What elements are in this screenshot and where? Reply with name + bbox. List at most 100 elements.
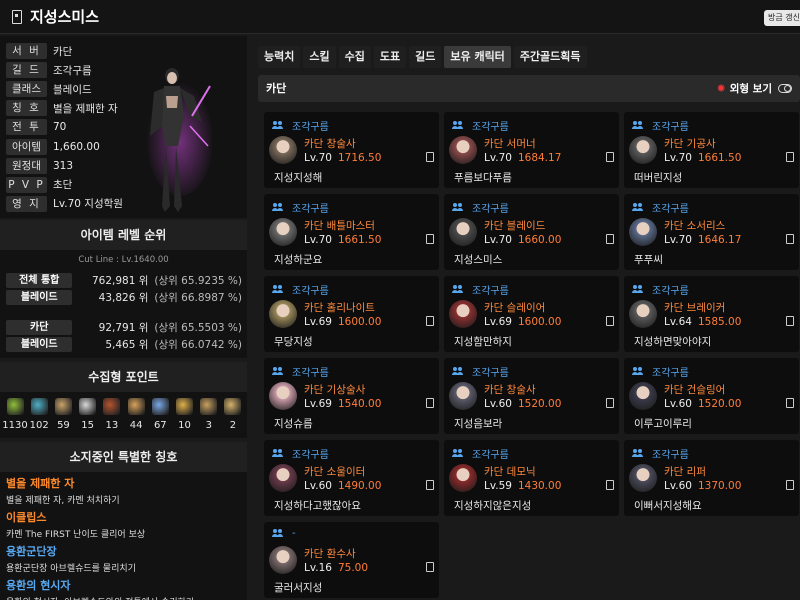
copy-icon[interactable] — [423, 152, 434, 167]
point-item[interactable]: 13 — [101, 398, 123, 431]
point-item[interactable]: 67 — [149, 398, 171, 431]
point-item[interactable]: 44 — [125, 398, 147, 431]
card-level: Lv.69 — [304, 316, 332, 328]
giant-heart-icon — [79, 398, 97, 415]
character-card[interactable]: 조각구름 카단 소서리스 Lv.70 1646.17 푸푸씨 — [624, 194, 799, 270]
card-level: Lv.60 — [484, 398, 512, 410]
character-card[interactable]: - 카단 환수사 Lv.16 75.00 굴러서지성 — [264, 522, 439, 598]
copy-icon[interactable] — [783, 234, 794, 249]
copy-icon[interactable] — [603, 316, 614, 331]
point-item[interactable]: 2 — [222, 398, 244, 431]
special-title-entry: 용환의 현시자용환의 현시자, 아브렐슈드와의 전투에서 승리하기 — [0, 577, 247, 600]
ranking-position: 43,826 위 — [98, 292, 149, 304]
point-item[interactable]: 15 — [77, 398, 99, 431]
point-value: 3 — [205, 420, 212, 431]
character-card[interactable]: 조각구름 카단 홀리나이트 Lv.69 1600.00 무당지성 — [264, 276, 439, 352]
character-card[interactable]: 조각구름 카단 리퍼 Lv.60 1370.00 이뻐서지성해요 — [624, 440, 799, 516]
character-card[interactable]: 조각구름 카단 창술사 Lv.70 1716.50 지성지성해 — [264, 112, 439, 188]
point-item[interactable]: 59 — [52, 398, 74, 431]
link-toggle-icon[interactable] — [778, 84, 792, 93]
profile-value: 초단 — [53, 179, 73, 192]
tab-0[interactable]: 능력치 — [258, 46, 301, 68]
card-nickname: 이뻐서지성해요 — [634, 500, 702, 512]
point-item[interactable]: 10 — [174, 398, 196, 431]
ranking-title: 아이템 레벨 순위 — [0, 220, 247, 250]
outfit-toggle-label: 외형 보기 — [729, 83, 772, 95]
card-nickname: 지성음보라 — [454, 418, 503, 430]
character-card[interactable]: 조각구름 카단 기상술사 Lv.69 1540.00 지성슈름 — [264, 358, 439, 434]
character-card[interactable]: 조각구름 카단 창술사 Lv.60 1520.00 지성음보라 — [444, 358, 619, 434]
copy-icon[interactable] — [423, 316, 434, 331]
page-title: 지성스미스 — [30, 8, 100, 26]
tab-5[interactable]: 보유 캐릭터 — [444, 46, 511, 68]
card-level: Lv.70 — [484, 152, 512, 164]
mokoko-seed-icon — [6, 398, 24, 415]
copy-icon[interactable] — [783, 316, 794, 331]
character-avatar — [449, 382, 477, 410]
card-level: Lv.70 — [304, 152, 332, 164]
profile-row: 서 버 카단 — [6, 42, 72, 60]
copy-icon[interactable] — [783, 480, 794, 495]
card-class: 카단 서머너 — [484, 138, 536, 150]
ranking-row: 전체 통합 762,981 위 (상위 65.9235 %) — [6, 273, 242, 288]
copy-icon[interactable] — [783, 152, 794, 167]
character-card[interactable]: 조각구름 카단 데모닉 Lv.59 1430.00 지성하지않은지성 — [444, 440, 619, 516]
card-item-level: 1540.00 — [337, 398, 382, 410]
character-card[interactable]: 조각구름 카단 블레이드 Lv.70 1660.00 지성스미스 — [444, 194, 619, 270]
copy-icon[interactable] — [783, 398, 794, 413]
character-avatar — [269, 464, 297, 492]
card-guild: 조각구름 — [272, 446, 329, 461]
card-level-line: Lv.70 1716.50 — [304, 152, 381, 164]
tab-4[interactable]: 길드 — [409, 46, 442, 68]
card-guild: 조각구름 — [452, 118, 509, 133]
copy-icon[interactable] — [603, 234, 614, 249]
card-guild-name: 조각구름 — [472, 286, 509, 297]
card-guild-name: 조각구름 — [472, 122, 509, 133]
card-level-line: Lv.70 1661.50 — [664, 152, 741, 164]
profile-label: 서 버 — [6, 43, 47, 59]
copy-icon[interactable] — [423, 234, 434, 249]
character-card[interactable]: 조각구름 카단 브레이커 Lv.64 1585.00 지성하면맞아야지 — [624, 276, 799, 352]
ranking-row: 블레이드 43,826 위 (상위 66.8987 %) — [6, 290, 242, 305]
copy-icon[interactable] — [603, 152, 614, 167]
point-item[interactable]: 3 — [198, 398, 220, 431]
point-item[interactable]: 102 — [28, 398, 50, 431]
copy-icon[interactable] — [603, 398, 614, 413]
copy-icon[interactable] — [423, 562, 434, 577]
left-column: 서 버 카단 길 드 조각구름 클래스 블레이드 칭 호 별을 제패한 자전 투 70 아이템 1,… — [0, 36, 247, 600]
card-level: Lv.70 — [484, 234, 512, 246]
server-name: 카단 — [266, 82, 287, 95]
ranking-label: 전체 통합 — [6, 273, 73, 288]
card-guild: 조각구름 — [452, 446, 509, 461]
copy-icon[interactable] — [603, 480, 614, 495]
character-card[interactable]: 조각구름 카단 기공사 Lv.70 1661.50 떠버린지성 — [624, 112, 799, 188]
island-heart-icon — [30, 398, 48, 415]
world-tree-leaf-icon — [151, 398, 169, 415]
point-item[interactable]: 1130 — [2, 398, 28, 431]
copy-icon[interactable] — [423, 480, 434, 495]
character-card[interactable]: 조각구름 카단 배틀마스터 Lv.70 1661.50 지성하군요 — [264, 194, 439, 270]
profile-row: 길 드 조각구름 — [6, 61, 92, 79]
tab-3[interactable]: 도표 — [373, 46, 407, 68]
card-class: 카단 건슬링어 — [664, 384, 726, 396]
character-card[interactable]: 조각구름 카단 슬레이어 Lv.69 1600.00 지성함만하지 — [444, 276, 619, 352]
outfit-toggle[interactable]: ✸ 외형 보기 — [716, 75, 792, 102]
tab-1[interactable]: 스킬 — [303, 46, 336, 68]
copy-icon[interactable] — [423, 398, 434, 413]
card-class: 카단 창술사 — [304, 138, 356, 150]
profile-label: 원정대 — [6, 157, 47, 174]
card-guild-name: - — [292, 528, 296, 539]
special-title-desc: 별을 제패한 자, 카멘 처치하기 — [6, 496, 120, 506]
refresh-button[interactable]: 방금 갱신 — [764, 10, 800, 26]
server-bar: 카단 ✸ 외형 보기 — [258, 75, 800, 102]
profile-label: 길 드 — [6, 62, 47, 79]
ranking-label: 블레이드 — [6, 290, 73, 305]
card-guild-name: 조각구름 — [652, 122, 689, 133]
card-class: 카단 소울이터 — [304, 466, 366, 478]
card-class: 카단 홀리나이트 — [304, 302, 375, 314]
tab-6[interactable]: 주간골드획득 — [513, 46, 587, 68]
character-card[interactable]: 조각구름 카단 서머너 Lv.70 1684.17 푸름보다푸름 — [444, 112, 619, 188]
character-card[interactable]: 조각구름 카단 소울이터 Lv.60 1490.00 지성하다고했잖아요 — [264, 440, 439, 516]
tab-2[interactable]: 수집 — [338, 46, 371, 68]
character-card[interactable]: 조각구름 카단 건슬링어 Lv.60 1520.00 이루고이루리 — [624, 358, 799, 434]
